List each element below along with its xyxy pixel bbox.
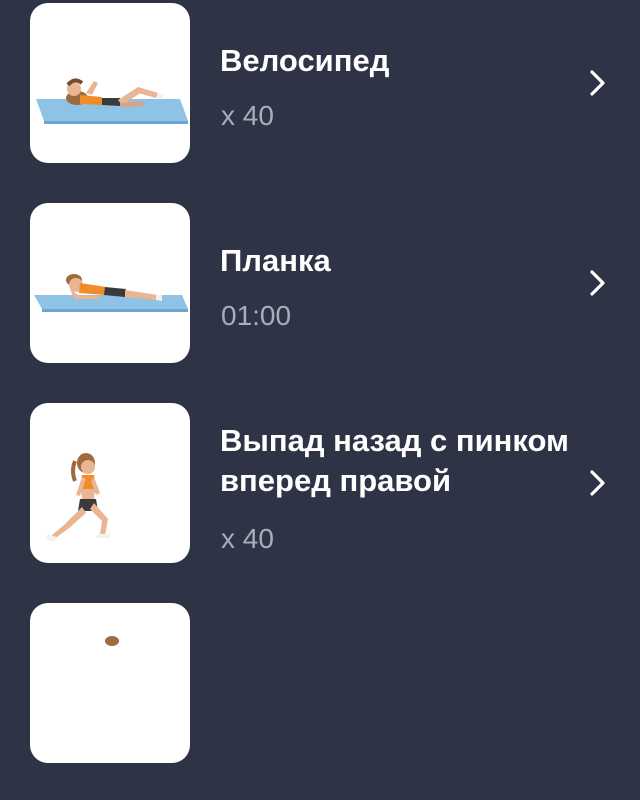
exercise-thumbnail — [30, 203, 190, 363]
chevron-right-icon[interactable] — [586, 67, 610, 99]
exercise-title: Велосипед — [220, 43, 390, 78]
exercise-title: Выпад назад с пинком вперед правой — [220, 423, 569, 498]
exercise-reps: x 40 — [221, 523, 274, 554]
exercise-row-bicycle[interactable]: Велосипед x 40 — [0, 0, 640, 200]
exercise-row-reverse-lunge[interactable]: Выпад назад с пинком вперед правой x 40 — [0, 400, 640, 600]
chevron-right-icon[interactable] — [586, 267, 610, 299]
chevron-right-icon[interactable] — [586, 467, 610, 499]
exercise-row-partial[interactable] — [0, 600, 640, 800]
plank-illustration — [34, 274, 188, 312]
exercise-row-plank[interactable]: Планка 01:00 — [0, 200, 640, 400]
bicycle-crunch-illustration — [36, 78, 188, 124]
exercise-duration: 01:00 — [221, 300, 292, 331]
reverse-lunge-kick-illustration — [46, 453, 110, 542]
exercise-reps: x 40 — [221, 100, 274, 131]
exercise-illustration — [105, 636, 119, 646]
exercise-list: Велосипед x 40 Планка 01:00 Выпад назад … — [0, 0, 640, 763]
exercise-thumbnail — [30, 403, 190, 563]
exercise-title: Планка — [220, 243, 331, 278]
exercise-thumbnail — [30, 603, 190, 763]
exercise-thumbnail — [30, 3, 190, 163]
